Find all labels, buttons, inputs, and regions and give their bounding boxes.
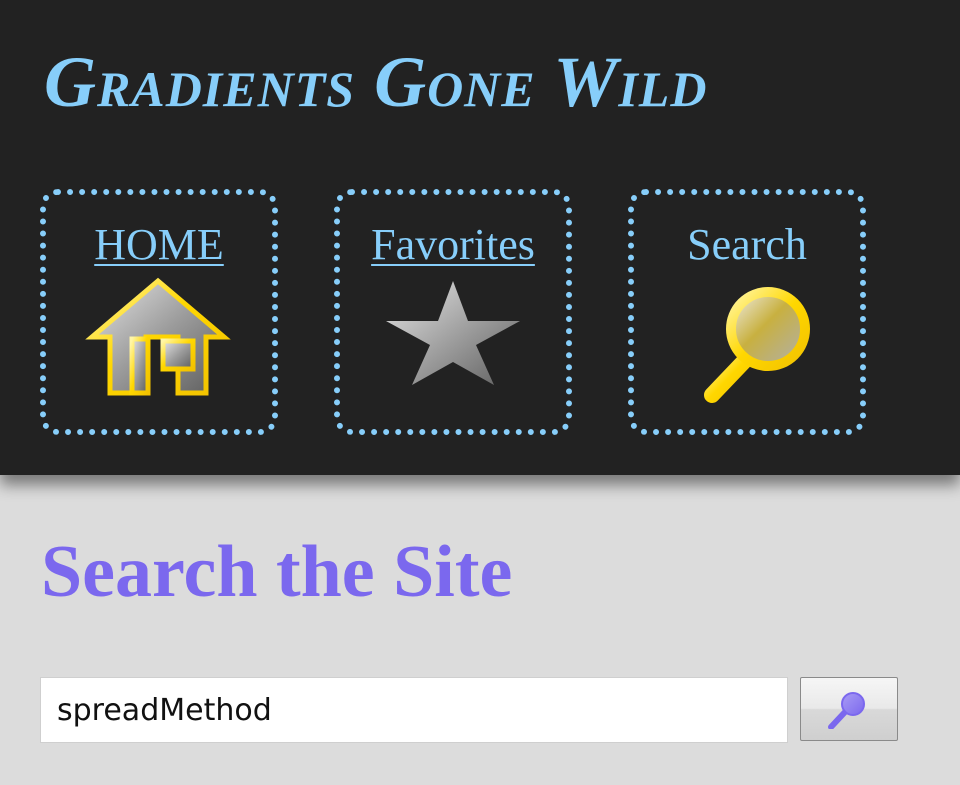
magnifier-icon: [704, 287, 810, 403]
search-input[interactable]: [40, 677, 788, 743]
home-icon: [85, 277, 231, 396]
search-button[interactable]: [800, 677, 898, 741]
main-nav: HOME Favorites Search: [0, 0, 960, 475]
nav-item-search[interactable]: Search: [628, 189, 866, 435]
nav-item-home[interactable]: HOME: [40, 189, 278, 435]
search-icon: [828, 692, 865, 729]
site-header: Gradients Gone Wild HOME Favorites Searc…: [0, 0, 960, 475]
page-title: Search the Site: [41, 531, 513, 613]
nav-item-favorites[interactable]: Favorites: [334, 189, 572, 435]
star-icon: [386, 281, 520, 385]
main-content: Search the Site: [0, 475, 960, 785]
